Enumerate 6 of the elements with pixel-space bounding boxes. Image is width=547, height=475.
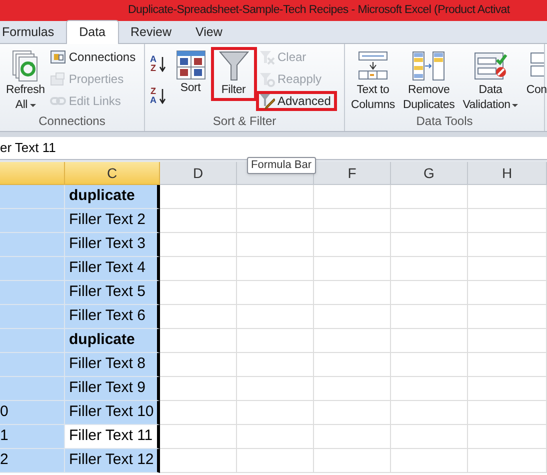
formula-value: er Text 11 (0, 139, 56, 158)
group-label: Data Tools (416, 114, 473, 130)
group-label: Sort & Filter (212, 114, 276, 130)
group-label: Connections (38, 114, 106, 130)
tooltip: Formula Bar (247, 157, 316, 174)
window-title: Duplicate-Spreadsheet-Sample-Tech Recipes - Microsoft Excel (Product Activat (128, 2, 510, 18)
